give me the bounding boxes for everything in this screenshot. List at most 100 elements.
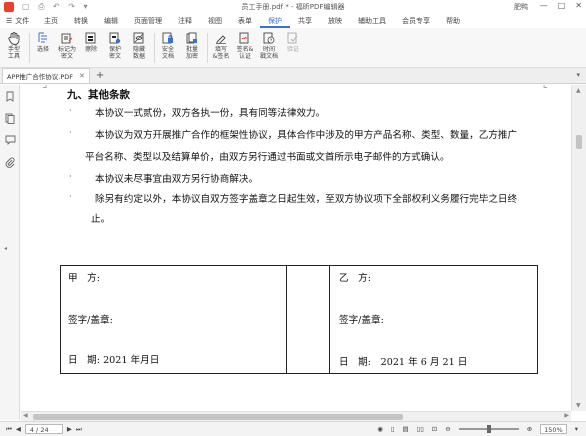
secure-doc-button[interactable]: 安全 文档 [158,31,178,60]
hide-data-label: 隐藏 数据 [132,46,145,60]
vertical-scroll-thumb[interactable] [576,135,582,149]
user-name[interactable]: 肥鸭 [514,2,528,12]
clause-line: 本协议一式贰份，双方各执一份，具有同等法律效力。 [95,108,326,119]
tab-document[interactable]: APP推广合作协议.PDF ✕ [2,68,90,83]
two-page-view-icon[interactable]: ▯▯ [417,425,424,433]
first-page-icon[interactable]: ⏮ [6,425,12,434]
zoom-slider-knob[interactable] [486,425,491,433]
fit-width-icon[interactable]: ⊡ [432,425,437,433]
section-heading: 九、其他条款 [67,89,130,101]
fill-sign-button[interactable]: 填写 &签名 [211,31,231,60]
zoom-level[interactable]: 150% [540,424,567,434]
menu-page-manage[interactable]: 页面管理 [126,14,170,28]
toolbar-divider [154,33,155,63]
quick-access-toolbar[interactable]: ▢ ⎙ ↶ ↷ ▾ [22,2,91,12]
list-bullet: · [69,172,72,181]
menu-form[interactable]: 表单 [230,14,260,28]
toolbar-divider [207,33,208,63]
comment-panel-button[interactable] [0,129,20,151]
page-number-input[interactable]: 4 / 24 [24,424,63,434]
file-menu[interactable]: ☰ 文件 [6,16,36,26]
table-divider [329,266,330,373]
document-tab-bar: APP推广合作协议.PDF ✕ + ▾ [0,68,586,84]
add-tab-button[interactable]: + [96,69,104,83]
clause-line: 平台名称、类型以及结算单价，由双方另行通过书面或文首所示电子邮件的方式确认。 [85,152,450,163]
chevron-down-icon[interactable]: ▾ [576,71,580,79]
last-page-icon[interactable]: ⏭ [76,425,82,434]
list-bullet: · [69,128,72,137]
select-tool-label: 选择 [36,46,49,53]
menu-share[interactable]: 共享 [290,14,320,28]
hand-tool-button[interactable]: 手型 工具 [4,31,24,60]
timestamp-icon [262,31,276,45]
zoom-in-icon[interactable]: ⊕ [527,425,532,433]
horizontal-scrollbar[interactable]: ◀ ▶ [21,411,571,421]
scroll-left-icon[interactable]: ◀ [23,412,28,419]
menu-protect[interactable]: 保护 [260,14,290,28]
menu-edit[interactable]: 编辑 [96,14,126,28]
menu-view[interactable]: 视图 [200,14,230,28]
attachment-panel-button[interactable] [0,151,20,173]
mark-redact-button[interactable]: 标记为 密文 [57,31,77,60]
collapse-sidebar-icon[interactable]: ◂ [4,245,7,252]
timestamp-button[interactable]: 时间 戳文档 [259,31,279,60]
toolbar-divider [29,33,30,63]
continuous-view-icon[interactable]: ▤ [402,425,408,433]
protect-redact-label: 保护 密文 [108,46,121,60]
menu-help[interactable]: 帮助 [438,14,468,28]
party-b-date: 日 期: 2021 年 6 月 21 日 [339,357,468,368]
timestamp-label: 时间 戳文档 [259,46,278,60]
prev-page-icon[interactable]: ◀ [16,425,21,433]
menu-slideshow[interactable]: 放映 [320,14,350,28]
next-page-icon[interactable]: ▶ [67,425,72,433]
scroll-down-icon[interactable]: ▼ [576,402,581,409]
attachment-icon [5,157,15,168]
title-bar: ▢ ⎙ ↶ ↷ ▾ 员工手册.pdf * - 福昕PDF编辑器 肥鸭 — □ ✕ [0,0,586,14]
menu-accessibility[interactable]: 辅助工具 [350,14,394,28]
list-bullet: · [69,106,72,115]
sign-certify-label: 签名& 认证 [236,46,254,60]
scroll-right-icon[interactable]: ▶ [564,412,569,419]
window-controls: — □ ✕ [540,1,582,10]
menu-convert[interactable]: 转换 [66,14,96,28]
minimize-button[interactable]: — [540,1,548,10]
erase-icon [84,31,98,45]
protect-redact-button[interactable]: 保护 密文 [105,31,125,60]
menu-comment[interactable]: 注释 [170,14,200,28]
sign-certify-button[interactable]: 签名& 认证 [235,31,255,60]
hand-tool-label: 手型 工具 [7,46,20,60]
maximize-button[interactable]: □ [558,1,566,10]
thumbnail-icon [5,113,15,124]
erase-button[interactable]: 擦除 [81,31,101,53]
zoom-slider[interactable] [458,425,519,433]
crop-mark: └ [541,85,548,94]
left-sidebar: ◂ [0,85,20,420]
verify-button[interactable]: 验证 [283,31,303,53]
batch-encrypt-button[interactable]: 批量 加密 [182,31,202,60]
thumbnail-panel-button[interactable] [0,107,20,129]
vertical-scrollbar[interactable]: ▲ ▼ [571,85,586,411]
eye-icon[interactable]: ◉ [377,425,383,433]
party-b-label: 乙 方: [339,273,372,284]
party-a-sign-label: 签字/盖章: [68,315,113,326]
zoom-out-icon[interactable]: ⊖ [445,425,450,433]
horizontal-scroll-thumb[interactable] [33,414,403,420]
close-window-button[interactable]: ✕ [575,1,582,10]
protect-redact-icon [108,31,122,45]
verify-label: 验证 [286,46,299,53]
select-icon [36,31,50,45]
batch-encrypt-icon [185,31,199,45]
chevron-down-icon[interactable]: ▾ [575,425,578,433]
signature-table: 甲 方: 签字/盖章: 日 期: 2021 年月日 乙 方: 签字/盖章: 日 … [60,265,538,374]
table-divider [286,266,287,373]
select-tool-button[interactable]: 选择 [33,31,53,53]
bookmark-panel-button[interactable] [0,85,20,107]
scroll-up-icon[interactable]: ▲ [576,87,581,94]
single-page-view-icon[interactable]: ▯ [391,425,395,433]
close-icon[interactable]: ✕ [79,72,85,80]
hide-data-button[interactable]: 隐藏 数据 [129,31,149,60]
menu-member[interactable]: 会员专享 [394,14,438,28]
mark-redact-label: 标记为 密文 [57,46,76,60]
menu-home[interactable]: 主页 [36,14,66,28]
hamburger-icon: ☰ [6,17,13,25]
